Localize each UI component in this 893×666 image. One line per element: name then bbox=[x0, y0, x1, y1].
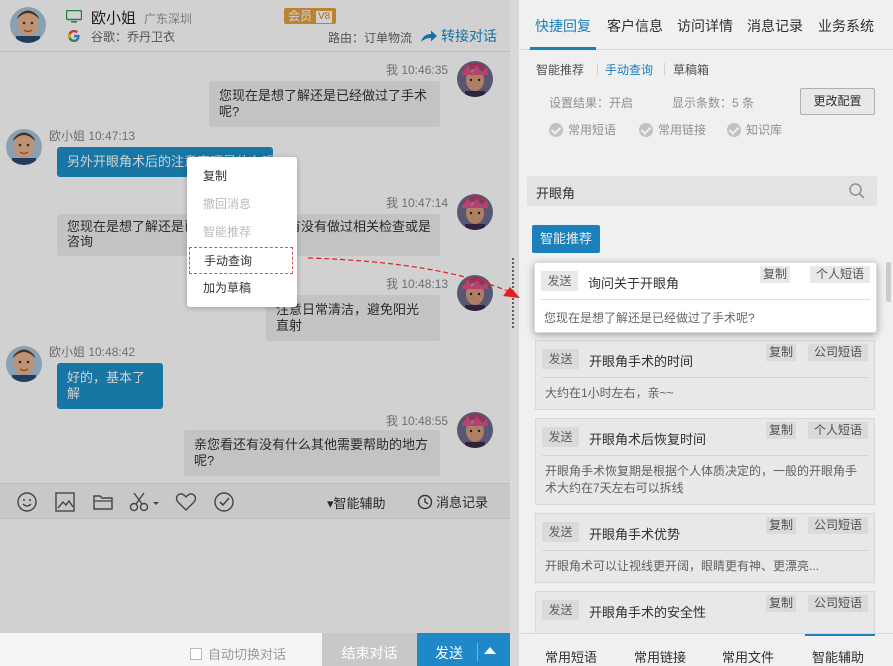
chat-footer: 自动切换对话 结束对话 发送 bbox=[0, 633, 510, 666]
card-type-tag: 个人短语 bbox=[807, 422, 868, 439]
btab-smart-assist[interactable]: 智能辅助 bbox=[812, 647, 864, 666]
pane-divider[interactable] bbox=[510, 0, 519, 666]
setting-result: 设置结果：开启 bbox=[549, 96, 634, 110]
card-body: 大约在1小时左右，亲~~ bbox=[545, 386, 674, 400]
card-send-button[interactable]: 发送 bbox=[542, 349, 579, 369]
tab-message-history[interactable]: 消息记录 bbox=[747, 16, 803, 36]
btab-common-phrases[interactable]: 常用短语 bbox=[545, 647, 597, 666]
bottom-tabs: 常用短语 常用链接 常用文件 智能辅助 bbox=[519, 633, 893, 666]
send-divider bbox=[477, 643, 478, 661]
end-conversation-button[interactable]: 结束对话 bbox=[322, 633, 417, 666]
card-divider bbox=[542, 550, 868, 551]
card-send-button[interactable]: 发送 bbox=[542, 522, 579, 542]
card-copy-button[interactable]: 复制 bbox=[766, 595, 797, 612]
search-value: 开眼角 bbox=[536, 186, 576, 201]
reply-card-highlighted[interactable]: 发送 询问关于开眼角 复制 个人短语 您现在是想了解还是已经做过了手术呢? bbox=[534, 262, 877, 333]
tab-visit-details[interactable]: 访问详情 bbox=[677, 16, 733, 36]
card-body: 开眼角手术恢复期是根据个人体质决定的，一般的开眼角手术大约在7天左右可以拆线 bbox=[545, 464, 858, 495]
subtab-smart-recommend[interactable]: 智能推荐 bbox=[536, 61, 584, 78]
send-button[interactable]: 发送 bbox=[417, 633, 510, 666]
tab-quick-reply[interactable]: 快捷回复 bbox=[535, 16, 591, 36]
check-label: 常用短语 bbox=[568, 123, 617, 137]
card-title: 开眼角术后恢复时间 bbox=[589, 432, 707, 447]
card-copy-button[interactable]: 复制 bbox=[766, 344, 797, 361]
ctx-recall[interactable]: 撤回消息 bbox=[189, 191, 293, 218]
active-tab-indicator bbox=[530, 47, 596, 50]
check-label: 知识库 bbox=[746, 123, 783, 137]
reply-card[interactable]: 发送 开眼角术后恢复时间 复制 个人短语 开眼角手术恢复期是根据个人体质决定的，… bbox=[535, 418, 875, 505]
btab-common-links[interactable]: 常用链接 bbox=[634, 647, 686, 666]
check-common-links[interactable]: 常用链接 bbox=[639, 121, 706, 138]
change-config-button[interactable]: 更改配置 bbox=[800, 88, 875, 115]
app-window: 欧小姐 广东深圳 会员 V8 谷歌：乔丹卫衣 路由：订单物流 转接对话 我 10:… bbox=[0, 0, 893, 666]
card-send-button[interactable]: 发送 bbox=[542, 427, 579, 447]
subtab-manual-query[interactable]: 手动查询 bbox=[605, 61, 653, 78]
card-body: 开眼角术可以让视线更开阔，眼睛更有神、更漂亮... bbox=[545, 559, 820, 573]
card-body: 您现在是想了解还是已经做过了手术呢? bbox=[544, 311, 755, 325]
main-tabs: 快捷回复 客户信息 访问详情 消息记录 业务系统 bbox=[519, 0, 893, 50]
checkbox-box[interactable] bbox=[190, 647, 202, 660]
search-input[interactable]: 开眼角 bbox=[527, 176, 877, 206]
btab-common-files[interactable]: 常用文件 bbox=[722, 647, 774, 666]
ctx-copy[interactable]: 复制 bbox=[189, 163, 293, 190]
send-options-caret-icon[interactable] bbox=[484, 647, 496, 654]
card-copy-button[interactable]: 复制 bbox=[766, 517, 797, 534]
setting-count: 显示条数：5 条 bbox=[672, 96, 755, 110]
card-divider bbox=[541, 299, 870, 300]
ctx-add-draft[interactable]: 加为草稿 bbox=[189, 275, 293, 302]
ctx-smart-recommend[interactable]: 智能推荐 bbox=[189, 219, 293, 246]
modal-overlay bbox=[0, 0, 510, 633]
tab-customer-info[interactable]: 客户信息 bbox=[607, 16, 663, 36]
check-knowledge-base[interactable]: 知识库 bbox=[727, 121, 782, 138]
smart-recommend-button[interactable]: 智能推荐 bbox=[532, 225, 600, 253]
reply-card[interactable]: 发送 开眼角手术的时间 复制 公司短语 大约在1小时左右，亲~~ bbox=[535, 340, 875, 410]
card-copy-button[interactable]: 复制 bbox=[760, 266, 791, 283]
active-bottom-tab-indicator bbox=[805, 634, 875, 636]
card-send-button[interactable]: 发送 bbox=[542, 600, 579, 620]
subtab-divider bbox=[664, 63, 665, 75]
card-type-tag: 个人短语 bbox=[809, 266, 870, 283]
reply-card[interactable]: 发送 开眼角手术优势 复制 公司短语 开眼角术可以让视线更开阔，眼睛更有神、更漂… bbox=[535, 513, 875, 583]
card-divider bbox=[542, 455, 868, 456]
send-label: 发送 bbox=[435, 645, 463, 661]
check-icon bbox=[549, 122, 563, 137]
card-type-tag: 公司短语 bbox=[807, 517, 868, 534]
subtab-divider bbox=[597, 63, 598, 75]
card-title: 询问关于开眼角 bbox=[588, 276, 680, 291]
auto-switch-label: 自动切换对话 bbox=[208, 647, 287, 662]
card-title: 开眼角手术的安全性 bbox=[589, 605, 707, 620]
assistant-pane: 快捷回复 客户信息 访问详情 消息记录 业务系统 智能推荐 手动查询 草稿箱 设… bbox=[519, 0, 893, 666]
check-icon bbox=[639, 122, 653, 137]
context-menu: 复制 撤回消息 智能推荐 手动查询 加为草稿 bbox=[187, 157, 297, 307]
chat-pane: 欧小姐 广东深圳 会员 V8 谷歌：乔丹卫衣 路由：订单物流 转接对话 我 10:… bbox=[0, 0, 510, 666]
card-copy-button[interactable]: 复制 bbox=[766, 422, 797, 439]
check-label: 常用链接 bbox=[658, 123, 707, 137]
search-icon[interactable] bbox=[848, 182, 866, 200]
tab-business-system[interactable]: 业务系统 bbox=[818, 16, 874, 36]
ctx-manual-query[interactable]: 手动查询 bbox=[189, 247, 293, 274]
scrollbar-thumb[interactable] bbox=[886, 262, 891, 302]
card-type-tag: 公司短语 bbox=[807, 595, 868, 612]
card-title: 开眼角手术优势 bbox=[589, 527, 681, 542]
card-type-tag: 公司短语 bbox=[807, 344, 868, 361]
auto-switch-checkbox[interactable]: 自动切换对话 bbox=[190, 644, 286, 663]
subtab-drafts[interactable]: 草稿箱 bbox=[673, 61, 709, 78]
card-send-button[interactable]: 发送 bbox=[541, 271, 578, 291]
check-common-phrases[interactable]: 常用短语 bbox=[549, 121, 616, 138]
card-title: 开眼角手术的时间 bbox=[589, 354, 694, 369]
check-icon bbox=[727, 122, 741, 137]
card-divider bbox=[542, 377, 868, 378]
